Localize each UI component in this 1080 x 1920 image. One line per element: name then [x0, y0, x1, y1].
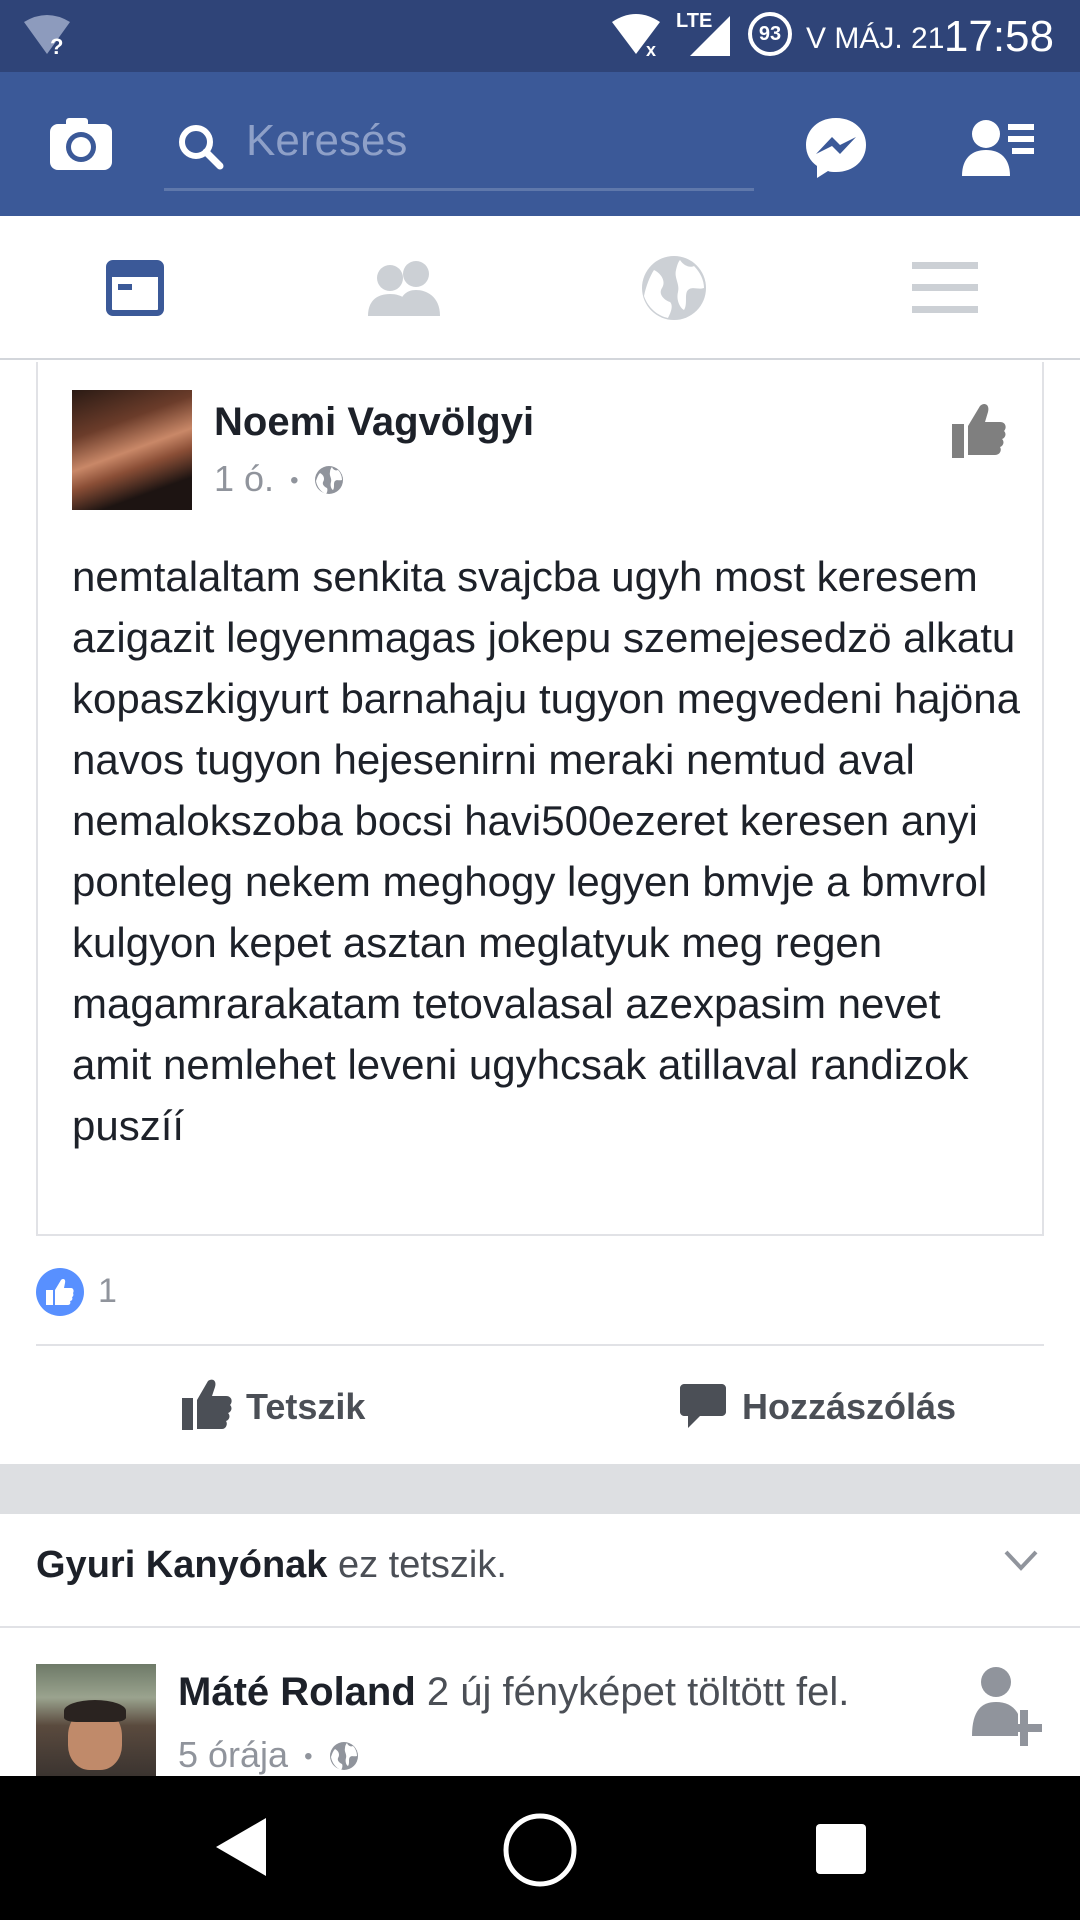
- like-reaction-icon[interactable]: [36, 1268, 84, 1316]
- liked-notice: Gyuri Kanyónak ez tetszik.: [36, 1544, 507, 1587]
- post-time[interactable]: 5 órája: [178, 1734, 288, 1775]
- public-globe-icon: [329, 1742, 358, 1770]
- messenger-icon[interactable]: [804, 116, 868, 180]
- feed-separator: [0, 1464, 1080, 1514]
- camera-icon[interactable]: [48, 116, 114, 172]
- post-body-text: nemtalaltam senkita svajcba ugyh most ke…: [72, 553, 1020, 1149]
- news-feed-icon[interactable]: [106, 260, 164, 316]
- story-action: 2 új fényképet töltött fel.: [426, 1670, 850, 1714]
- post-meta: 1 ó. •: [214, 458, 344, 500]
- divider: [0, 1626, 1080, 1628]
- comment-button-label[interactable]: Hozzászólás: [742, 1386, 956, 1428]
- signal-icon: [690, 16, 730, 56]
- chevron-down-icon[interactable]: [1004, 1550, 1038, 1572]
- public-globe-icon: [315, 466, 344, 494]
- post-author-name[interactable]: Noemi Vagvölgyi: [214, 400, 534, 445]
- search-placeholder: Keresés: [246, 116, 408, 165]
- avatar-hair: [64, 1700, 126, 1722]
- like-button-label[interactable]: Tetszik: [246, 1386, 365, 1428]
- avatar[interactable]: [72, 390, 192, 510]
- like-count[interactable]: 1: [98, 1272, 117, 1311]
- post-meta: 5 órája •: [178, 1734, 359, 1776]
- story-author-name[interactable]: Máté Roland: [178, 1670, 416, 1714]
- add-friend-icon[interactable]: [972, 1666, 1042, 1746]
- wifi-unknown-icon: ?: [24, 15, 70, 58]
- svg-text:?: ?: [50, 34, 63, 58]
- meta-separator: •: [304, 1743, 313, 1771]
- friend-requests-icon[interactable]: [962, 118, 1036, 178]
- svg-text:x: x: [646, 40, 656, 58]
- back-icon[interactable]: [214, 1816, 268, 1878]
- comment-icon: [680, 1384, 726, 1428]
- search-underline: [164, 188, 754, 191]
- story-headline: Máté Roland 2 új fényképet töltött fel.: [178, 1670, 849, 1715]
- search-icon: [179, 125, 224, 170]
- friends-icon[interactable]: [368, 260, 442, 316]
- avatar[interactable]: [36, 1664, 156, 1776]
- status-bar: ? x LTE 93 V MÁJ. 21 17:58: [0, 0, 1080, 72]
- home-icon[interactable]: [502, 1812, 578, 1888]
- wifi-icon: x: [612, 14, 660, 58]
- battery-indicator: 93: [748, 12, 792, 56]
- thumbs-up-icon: [182, 1379, 232, 1430]
- divider: [36, 1344, 1044, 1346]
- status-time: 17:58: [943, 12, 1054, 61]
- recent-apps-icon[interactable]: [816, 1824, 866, 1874]
- liker-name[interactable]: Gyuri Kanyónak: [36, 1544, 327, 1586]
- meta-separator: •: [290, 467, 299, 495]
- menu-icon[interactable]: [912, 262, 978, 314]
- globe-icon[interactable]: [640, 254, 708, 322]
- like-page-icon[interactable]: [952, 402, 1006, 458]
- post-time[interactable]: 1 ó.: [214, 458, 274, 499]
- status-date: V MÁJ. 21: [806, 22, 945, 55]
- liked-notice-text: ez tetszik.: [337, 1544, 507, 1586]
